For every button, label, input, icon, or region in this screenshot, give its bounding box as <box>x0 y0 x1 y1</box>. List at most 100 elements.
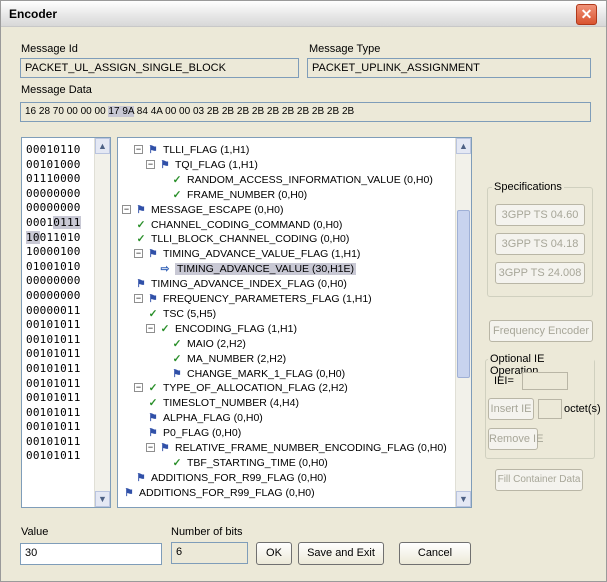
collapse-icon[interactable]: − <box>134 294 143 303</box>
tree-node-label: TLLI_FLAG (1,H1) <box>163 144 250 156</box>
binary-segment: 00101011 <box>26 449 81 463</box>
flag-icon: ⚑ <box>136 278 146 291</box>
tree-node-label: MESSAGE_ESCAPE (0,H0) <box>151 203 284 216</box>
collapse-icon[interactable]: − <box>122 204 131 214</box>
save-and-exit-button[interactable]: Save and Exit <box>298 542 384 565</box>
spec-24-008-button[interactable]: 3GPP TS 24.008 <box>495 262 585 284</box>
tree-scroll-up-icon[interactable]: ▲ <box>456 138 471 154</box>
binary-scroll-down-icon[interactable]: ▼ <box>95 491 110 507</box>
collapse-icon[interactable]: − <box>134 383 143 393</box>
tree-node[interactable]: ✓ FRAME_NUMBER (0,H0) <box>170 188 308 203</box>
tree-node[interactable]: ✓ MA_NUMBER (2,H2) <box>170 352 287 367</box>
tree-scroll-down-icon[interactable]: ▼ <box>456 491 471 507</box>
binary-list[interactable]: 00010110 00101000 01110000 00000000 00000000… <box>21 137 111 508</box>
flag-icon: ⚑ <box>148 144 158 156</box>
tree-node[interactable]: ⚑ ADDITIONS_FOR_R99_FLAG (0,H0) <box>134 471 326 486</box>
tree-node-label: TLLI_BLOCK_CHANNEL_CODING (0,H0) <box>151 233 350 246</box>
tree-node[interactable]: ✓ MAIO (2,H2) <box>170 337 246 352</box>
tree-node[interactable]: ✓ TLLI_BLOCK_CHANNEL_CODING (0,H0) <box>134 232 350 247</box>
spec-04-60-button[interactable]: 3GPP TS 04.60 <box>495 204 585 226</box>
tree-node-label: FRAME_NUMBER (0,H0) <box>187 188 308 201</box>
binary-segment: 00101011 <box>26 391 81 405</box>
tree-node[interactable]: ⚑ P0_FLAG (0,H0) <box>146 426 241 441</box>
binary-segment: 00101011 <box>26 405 81 419</box>
title-bar: Encoder ✕ <box>1 1 606 27</box>
cancel-button[interactable]: Cancel <box>399 542 471 565</box>
tree-node-label: P0_FLAG (0,H0) <box>163 427 242 440</box>
binary-segment: 01110000 <box>26 172 81 186</box>
message-type-field[interactable]: PACKET_UPLINK_ASSIGNMENT <box>307 58 591 78</box>
tree-node-label: TIMING_ADVANCE_VALUE (30,H1E) <box>175 263 356 276</box>
flag-icon: ⚑ <box>148 293 158 305</box>
flag-icon: ⚑ <box>160 158 170 171</box>
message-id-field[interactable]: PACKET_UL_ASSIGN_SINGLE_BLOCK <box>20 58 299 78</box>
collapse-icon[interactable]: − <box>146 159 155 169</box>
binary-segment: 00101011 <box>26 361 81 375</box>
collapse-icon[interactable]: − <box>134 145 143 154</box>
collapse-icon[interactable]: − <box>146 443 155 452</box>
binary-row: 00000000 <box>26 187 81 202</box>
tree-node[interactable]: ✓ TBF_STARTING_TIME (0,H0) <box>170 456 328 471</box>
insert-ie-button[interactable]: Insert IE <box>488 398 534 420</box>
binary-row: 00000000 <box>26 201 81 216</box>
binary-segment: 00101011 <box>26 347 81 361</box>
tree-node[interactable]: − ✓ ENCODING_FLAG (1,H1) <box>146 322 297 337</box>
tree-node[interactable]: − ⚑ MESSAGE_ESCAPE (0,H0) <box>122 203 283 218</box>
message-data-highlight: 17 9A <box>108 106 135 117</box>
tree-node-label: ALPHA_FLAG (0,H0) <box>163 412 263 425</box>
tree-node[interactable]: ⚑ CHANGE_MARK_1_FLAG (0,H0) <box>170 367 345 382</box>
iei-label: IEI= <box>494 375 514 387</box>
tree-node[interactable]: ⚑ ADDITIONS_FOR_R99_FLAG (0,H0) <box>122 486 314 501</box>
binary-segment: 00101011 <box>26 318 81 332</box>
check-icon: ✓ <box>172 352 182 365</box>
tree-node[interactable]: − ⚑ TLLI_FLAG (1,H1) <box>134 143 249 158</box>
tree-node[interactable]: − ⚑ TIMING_ADVANCE_VALUE_FLAG (1,H1) <box>134 247 360 262</box>
tree-node[interactable]: − ⚑ TQI_FLAG (1,H1) <box>146 158 258 173</box>
tree-node[interactable]: ⚑ ALPHA_FLAG (0,H0) <box>146 411 263 426</box>
tree-scrollbar[interactable]: ▲ ▼ <box>455 138 471 507</box>
spec-04-18-button[interactable]: 3GPP TS 04.18 <box>495 233 585 255</box>
binary-segment: 10000100 <box>26 245 81 259</box>
tree-node[interactable]: ⇨ TIMING_ADVANCE_VALUE (30,H1E) <box>158 262 356 277</box>
tree-node[interactable]: ✓ TSC (5,H5) <box>146 307 217 322</box>
message-data-field[interactable]: 16 28 70 00 00 00 17 9A 84 4A 00 00 03 2… <box>20 102 591 122</box>
ok-button[interactable]: OK <box>256 542 292 565</box>
binary-row: 00101000 <box>26 158 81 173</box>
tree-node[interactable]: − ✓ TYPE_OF_ALLOCATION_FLAG (2,H2) <box>134 381 348 396</box>
binary-row: 00101011 <box>26 333 81 348</box>
remove-ie-button[interactable]: Remove IE <box>488 428 543 450</box>
tree-node[interactable]: − ⚑ RELATIVE_FRAME_NUMBER_ENCODING_FLAG (0… <box>146 441 447 456</box>
tree-node[interactable]: ⚑ TIMING_ADVANCE_INDEX_FLAG (0,H0) <box>134 277 347 292</box>
binary-segment: 00101000 <box>26 157 81 171</box>
message-id-label: Message Id <box>21 43 78 55</box>
octets-input[interactable] <box>538 399 562 419</box>
binary-scrollbar[interactable]: ▲ ▼ <box>94 138 110 507</box>
collapse-icon[interactable]: − <box>146 323 155 333</box>
flag-icon: ⚑ <box>136 471 146 484</box>
value-label: Value <box>21 526 49 538</box>
tree-node[interactable]: ✓ TIMESLOT_NUMBER (4,H4) <box>146 396 299 411</box>
message-data-label: Message Data <box>21 84 92 96</box>
flag-icon: ⚑ <box>124 486 134 499</box>
iei-input[interactable] <box>522 372 568 390</box>
tree-node[interactable]: ✓ CHANNEL_CODING_COMMAND (0,H0) <box>134 218 343 233</box>
tree-node-label: CHANNEL_CODING_COMMAND (0,H0) <box>151 218 343 231</box>
frequency-encoder-button[interactable]: Frequency Encoder <box>489 320 593 342</box>
check-icon: ✓ <box>172 188 182 201</box>
tree-node-label: RANDOM_ACCESS_INFORMATION_VALUE (0,H0) <box>187 173 433 186</box>
check-icon: ✓ <box>148 397 158 410</box>
close-button[interactable]: ✕ <box>576 4 597 25</box>
message-tree[interactable]: − ⚑ TLLI_FLAG (1,H1) − ⚑ TQI_FLAG (1,H1) ✓ RAND… <box>117 137 472 508</box>
tree-scroll-thumb[interactable] <box>457 210 470 378</box>
check-icon: ✓ <box>148 307 158 320</box>
tree-node-label: RELATIVE_FRAME_NUMBER_ENCODING_FLAG (0,H… <box>175 442 447 454</box>
collapse-icon[interactable]: − <box>134 249 143 259</box>
binary-row: 00101011 <box>26 347 81 362</box>
value-input[interactable]: 30 <box>20 543 162 565</box>
tree-node[interactable]: ✓ RANDOM_ACCESS_INFORMATION_VALUE (0,H0) <box>170 173 433 188</box>
tree-node[interactable]: − ⚑ FREQUENCY_PARAMETERS_FLAG (1,H1) <box>134 292 372 307</box>
binary-scroll-up-icon[interactable]: ▲ <box>95 138 110 154</box>
tree-node-label: TYPE_OF_ALLOCATION_FLAG (2,H2) <box>163 382 348 395</box>
message-data-prefix: 16 28 70 00 00 00 <box>25 106 109 117</box>
fill-container-button[interactable]: Fill Container Data <box>495 469 583 491</box>
